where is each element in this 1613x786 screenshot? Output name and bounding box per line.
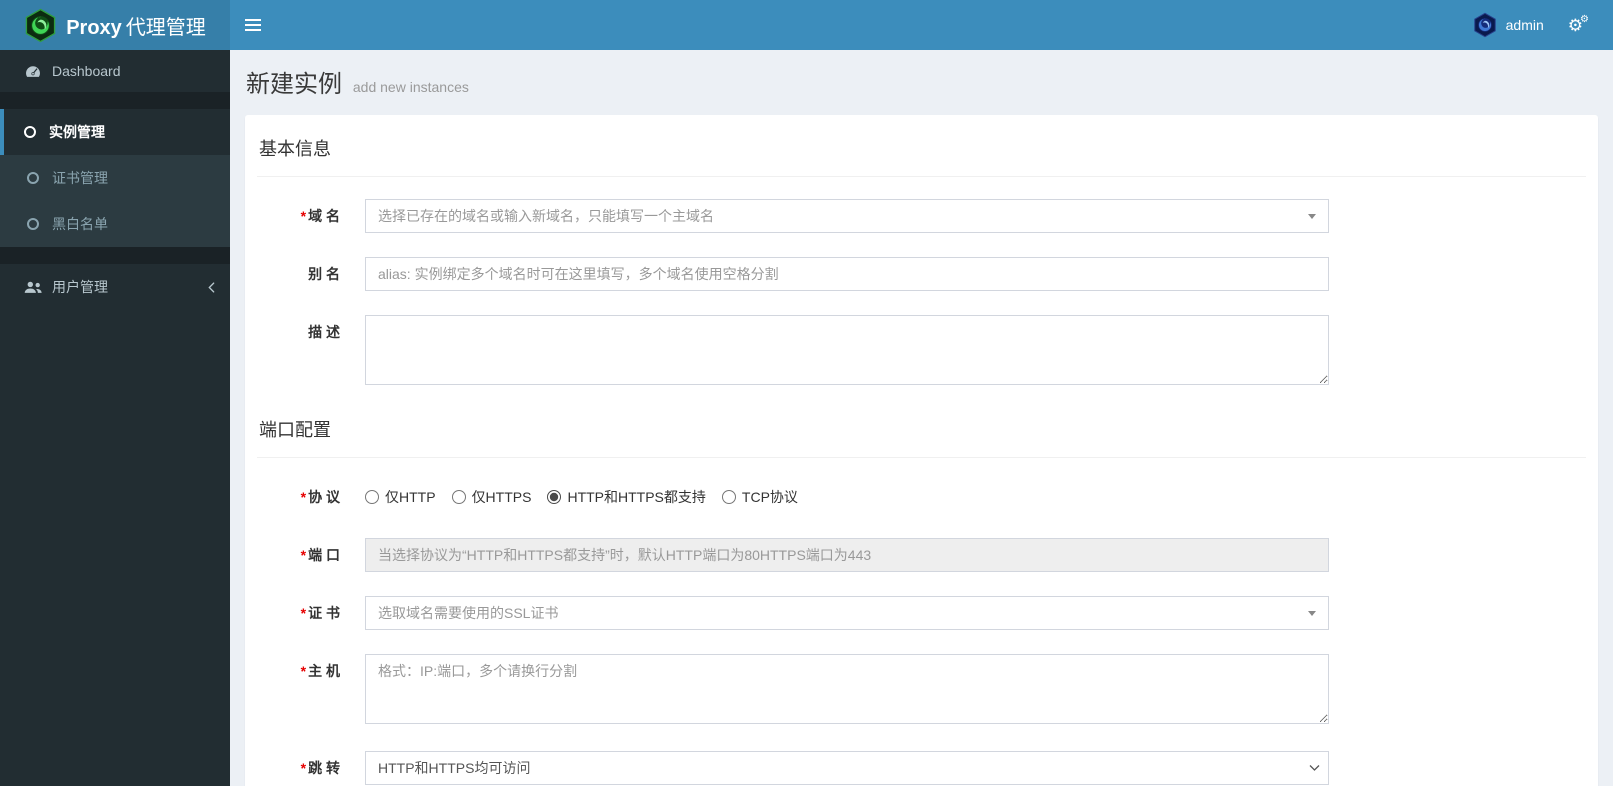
settings-gears-icon[interactable]: ⚙ ⚙: [1558, 0, 1599, 50]
form-row-port: * 端 口: [257, 538, 1586, 572]
navbar-main: admin ⚙ ⚙: [230, 0, 1613, 50]
radio-option-https-only[interactable]: 仅HTTPS: [451, 487, 531, 507]
host-textarea[interactable]: [365, 654, 1329, 724]
required-mark: *: [300, 489, 307, 505]
certificate-select-placeholder: 选取域名需要使用的SSL证书: [378, 605, 559, 621]
alias-label: 别 名: [308, 266, 340, 282]
form-row-certificate: * 证 书 选取域名需要使用的SSL证书: [257, 596, 1586, 630]
user-menu[interactable]: admin: [1459, 0, 1558, 50]
port-input-disabled: [365, 538, 1329, 572]
sidebar-item-label: 黑白名单: [52, 216, 108, 232]
proxy-logo-icon: [24, 8, 57, 43]
page-title: 新建实例: [246, 71, 342, 98]
brand-suffix: 代理管理: [125, 16, 206, 39]
required-mark: *: [300, 760, 307, 776]
certificate-label: * 证 书: [300, 605, 340, 621]
sidebar-item-dashboard[interactable]: Dashboard: [0, 50, 230, 92]
sidebar-item-blackwhitelist[interactable]: 黑白名单: [0, 201, 230, 247]
chevron-down-icon: [1308, 214, 1316, 219]
alias-input[interactable]: [365, 257, 1329, 291]
domain-select-placeholder: 选择已存在的域名或输入新域名，只能填写一个主域名: [378, 208, 714, 224]
form-row-domain: * 域 名 选择已存在的域名或输入新域名，只能填写一个主域名: [257, 199, 1586, 233]
redirect-select[interactable]: HTTP和HTTPS均可访问: [365, 751, 1329, 785]
radio-input-http-and-https[interactable]: [547, 490, 562, 504]
page-subtitle: add new instances: [352, 79, 469, 95]
top-navbar: Proxy 代理管理 admin ⚙ ⚙: [0, 0, 1613, 50]
sidebar: Dashboard 实例管理 证书管理 黑白名单 用户管理: [0, 50, 230, 786]
sidebar-submenu: 实例管理 证书管理 黑白名单: [0, 109, 230, 247]
sidebar-item-label: 用户管理: [52, 279, 108, 295]
required-mark: *: [300, 547, 307, 563]
radio-option-tcp[interactable]: TCP协议: [721, 487, 798, 507]
protocol-radio-group: 仅HTTP 仅HTTPS HTTP和HTTPS都支持 TCP协议: [365, 480, 1329, 514]
required-mark: *: [300, 605, 307, 621]
radio-option-http-and-https[interactable]: HTTP和HTTPS都支持: [547, 487, 706, 507]
sidebar-item-users[interactable]: 用户管理: [0, 264, 230, 310]
description-textarea[interactable]: [365, 315, 1329, 385]
host-label: * 主 机: [300, 663, 340, 679]
dashboard-gauge-icon: [24, 65, 42, 78]
required-mark: *: [300, 208, 307, 224]
page-header: 新建实例 add new instances: [230, 50, 1613, 111]
circle-o-icon: [21, 126, 39, 138]
sidebar-item-label: 证书管理: [52, 170, 108, 186]
circle-o-icon: [24, 172, 42, 184]
port-label: * 端 口: [300, 547, 340, 563]
required-mark: *: [300, 663, 307, 679]
form-row-alias: 别 名: [257, 257, 1586, 291]
certificate-select[interactable]: 选取域名需要使用的SSL证书: [365, 596, 1329, 630]
sidebar-item-instances[interactable]: 实例管理: [0, 109, 230, 155]
domain-select[interactable]: 选择已存在的域名或输入新域名，只能填写一个主域名: [365, 199, 1329, 233]
form-row-protocol: * 协 议 仅HTTP 仅HTTPS HTTP和HTTPS都支持 TCP协议: [257, 480, 1586, 514]
radio-option-http-only[interactable]: 仅HTTP: [365, 487, 436, 507]
brand-name: Proxy: [66, 16, 122, 39]
domain-label: * 域 名: [300, 208, 340, 224]
sidebar-section-divider: [0, 92, 230, 109]
chevron-down-icon: [1308, 611, 1316, 616]
users-icon: [24, 281, 42, 294]
sidebar-item-label: Dashboard: [52, 63, 121, 79]
sidebar-section-divider: [0, 247, 230, 264]
form-row-host: * 主 机: [257, 654, 1586, 727]
app-window: Proxy 代理管理 admin ⚙ ⚙ Dashboard 实例管理 证书管理…: [0, 0, 1613, 786]
redirect-label: * 跳 转: [300, 760, 340, 776]
radio-input-https-only[interactable]: [451, 490, 466, 504]
sidebar-item-certificates[interactable]: 证书管理: [0, 155, 230, 201]
content-area: 新建实例 add new instances 基本信息 * 域 名 选择已存在的域…: [230, 50, 1613, 786]
sidebar-toggle-button[interactable]: [230, 0, 275, 50]
section-title-basic-info: 基本信息: [257, 131, 1586, 177]
chevron-left-icon: [208, 281, 215, 293]
form-card: 基本信息 *域 名 选择已存在的域名或输入新域名，只能填写一个主域名 别 名: [245, 115, 1598, 786]
username-label: admin: [1505, 17, 1544, 33]
radio-input-http-only[interactable]: [365, 490, 379, 504]
circle-o-icon: [24, 218, 42, 230]
description-label: 描 述: [308, 324, 340, 340]
sidebar-item-label: 实例管理: [49, 124, 105, 140]
user-avatar: [1473, 12, 1497, 38]
brand-logo-link[interactable]: Proxy 代理管理: [0, 0, 230, 50]
form-row-description: 描 述: [257, 315, 1586, 388]
form-row-redirect: * 跳 转 HTTP和HTTPS均可访问: [257, 751, 1586, 785]
section-title-port-config: 端口配置: [257, 412, 1586, 458]
radio-input-tcp[interactable]: [721, 490, 736, 504]
navbar-right: admin ⚙ ⚙: [1459, 0, 1613, 50]
protocol-label: * 协 议: [300, 489, 340, 505]
